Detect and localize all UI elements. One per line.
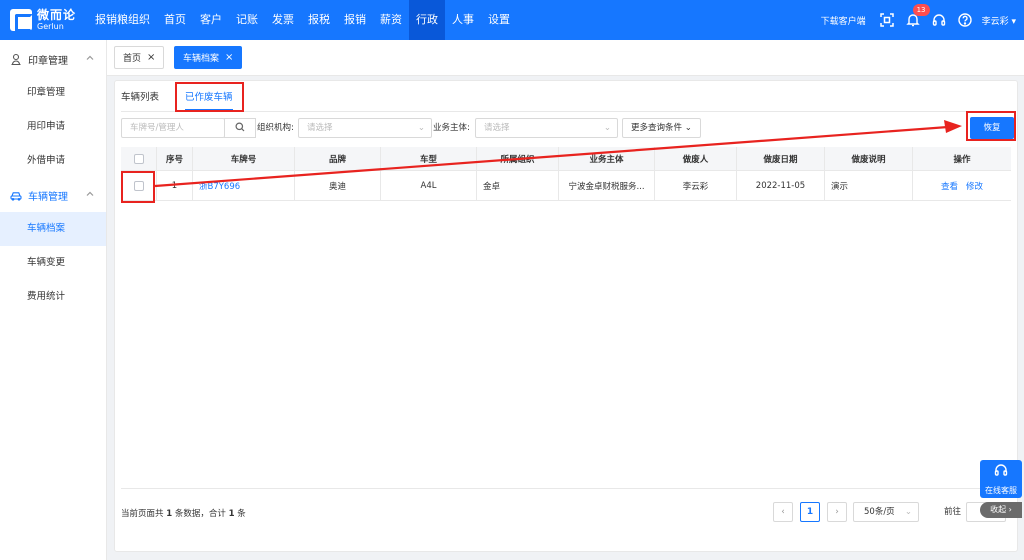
headset-icon <box>980 463 1022 479</box>
collapse-label: 收起 <box>990 505 1007 514</box>
chevron-right-icon: › <box>1008 505 1012 514</box>
online-service-widget[interactable]: 在线客服 <box>980 460 1022 498</box>
collapse-button[interactable]: 收起 › <box>980 502 1022 518</box>
annotation-arrow <box>154 120 962 188</box>
online-service-label: 在线客服 <box>985 486 1017 495</box>
